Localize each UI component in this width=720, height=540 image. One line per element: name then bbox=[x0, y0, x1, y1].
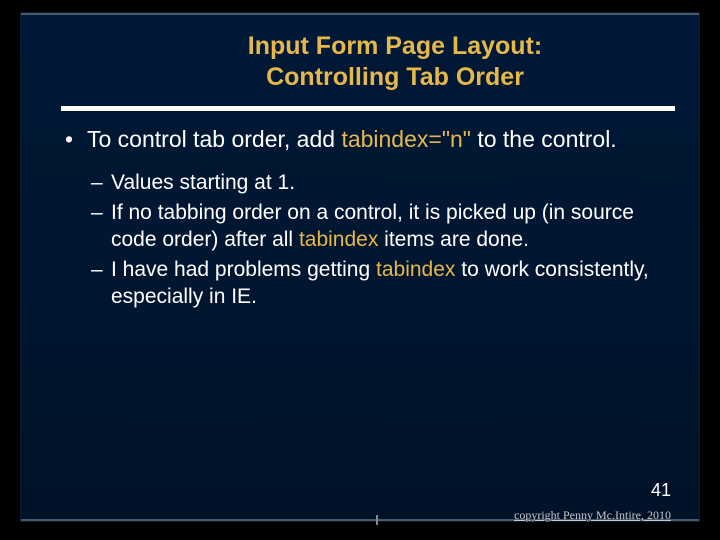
slide-title: Input Form Page Layout: Controlling Tab … bbox=[21, 13, 699, 102]
sub3-pre: I have had problems getting bbox=[111, 258, 376, 281]
sub-bullet-3: – I have had problems getting tabindex t… bbox=[91, 257, 669, 310]
sub-text-3: I have had problems getting tabindex to … bbox=[111, 257, 669, 310]
sub-text-1: Values starting at 1. bbox=[111, 170, 669, 196]
slide-body: • To control tab order, add tabindex="n"… bbox=[21, 111, 699, 311]
bullet-main: • To control tab order, add tabindex="n"… bbox=[65, 125, 669, 154]
bullet-post: to the control. bbox=[471, 126, 617, 152]
sub3-keyword: tabindex bbox=[376, 258, 455, 281]
bottom-tick bbox=[376, 515, 378, 525]
slide: Input Form Page Layout: Controlling Tab … bbox=[20, 12, 700, 522]
bullet-text: To control tab order, add tabindex="n" t… bbox=[87, 125, 669, 154]
sub-dash: – bbox=[91, 257, 111, 310]
bullet-pre: To control tab order, add bbox=[87, 126, 341, 152]
sub-bullet-1: – Values starting at 1. bbox=[91, 170, 669, 196]
sub-bullet-2: – If no tabbing order on a control, it i… bbox=[91, 200, 669, 253]
title-line-2: Controlling Tab Order bbox=[266, 63, 524, 91]
page-number: 41 bbox=[651, 480, 671, 501]
sub-dash: – bbox=[91, 200, 111, 253]
copyright: copyright Penny Mc.Intire, 2010 bbox=[514, 508, 671, 523]
sub-dash: – bbox=[91, 170, 111, 196]
sub2-keyword: tabindex bbox=[299, 228, 378, 251]
bullet-keyword: tabindex="n" bbox=[341, 126, 471, 152]
sub-text-2: If no tabbing order on a control, it is … bbox=[111, 200, 669, 253]
sub2-post: items are done. bbox=[378, 228, 529, 251]
frame-top bbox=[21, 13, 699, 15]
bullet-dot: • bbox=[65, 125, 87, 154]
title-line-1: Input Form Page Layout: bbox=[248, 32, 542, 60]
